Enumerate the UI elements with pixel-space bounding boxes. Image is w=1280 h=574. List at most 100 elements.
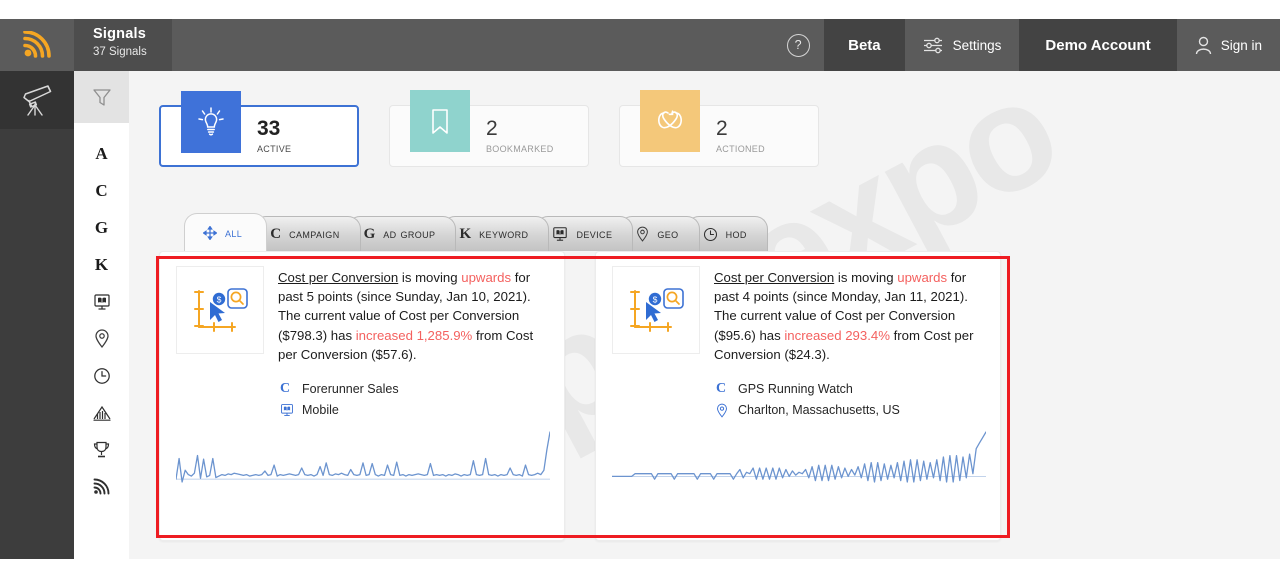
signal-text-1: is moving: [398, 270, 462, 285]
beta-button[interactable]: Beta: [824, 19, 905, 71]
signal-card-top: $ Cost per Conversion is moving upwards …: [612, 266, 984, 364]
tab-bar: All C Campaign G Ad Group K Keyword: [184, 213, 768, 251]
signal-meta-label: Charlton, Massachusetts, US: [738, 403, 900, 418]
icon-sidebar-items: A C G K: [74, 123, 129, 505]
sliders-icon: [923, 37, 942, 53]
help-button[interactable]: ?: [772, 19, 824, 71]
sidebar-item-geo[interactable]: [74, 320, 129, 357]
tab-label: Keyword: [479, 227, 529, 241]
sidebar-item-telescope[interactable]: [0, 71, 74, 129]
signal-direction: upwards: [461, 270, 512, 285]
stat-label: Bookmarked: [486, 141, 554, 155]
settings-label: Settings: [952, 37, 1002, 53]
device-monitor-icon: [93, 293, 110, 310]
sidebar-item-k[interactable]: K: [74, 246, 129, 283]
tab-label: Ad Group: [383, 227, 436, 241]
page-title: Signals: [93, 26, 146, 42]
tab-label: HoD: [725, 227, 747, 241]
signal-meta-row: Charlton, Massachusetts, US: [716, 400, 984, 420]
filter-button[interactable]: [74, 71, 129, 123]
location-pin-icon: [636, 226, 649, 242]
signal-thumbnail: $: [612, 266, 700, 354]
trophy-icon: [93, 441, 110, 458]
signal-text-1: is moving: [834, 270, 898, 285]
signin-button[interactable]: Sign in: [1177, 19, 1280, 71]
letter-c-icon: C: [95, 180, 108, 200]
signal-metric-link[interactable]: Cost per Conversion: [278, 270, 398, 285]
letter-k-icon: K: [94, 254, 109, 274]
signal-card[interactable]: $ Cost per Conversion is moving upwards …: [159, 251, 565, 541]
bookmark-icon: [432, 109, 448, 134]
lightbulb-icon: [198, 107, 224, 136]
stat-icon-box: [410, 90, 470, 152]
header-title-block: Signals 37 Signals: [74, 19, 172, 71]
signal-card-list: $ Cost per Conversion is moving upwards …: [159, 251, 1001, 541]
signal-meta-list: C GPS Running Watch Charlton, Massachuse…: [716, 379, 984, 420]
tab-campaign[interactable]: C Campaign: [253, 216, 361, 251]
stat-text: 33 Active: [257, 117, 291, 155]
letter-c-icon: C: [270, 225, 282, 242]
tab-ad-group[interactable]: G Ad Group: [346, 216, 457, 251]
letter-c-icon: C: [716, 381, 727, 397]
clock-icon: [703, 227, 718, 242]
top-white-strip: [0, 0, 1280, 19]
sidebar-item-trophy[interactable]: [74, 431, 129, 468]
tab-device[interactable]: Device: [535, 216, 634, 251]
signal-description: Cost per Conversion is moving upwards fo…: [278, 266, 548, 364]
app-logo[interactable]: [0, 19, 74, 71]
sparkline-chart: [612, 431, 986, 483]
device-monitor-icon: [280, 403, 294, 417]
filter-funnel-icon: [92, 89, 111, 106]
money-chart-search-icon: $: [194, 288, 248, 332]
stat-card-actioned[interactable]: 2 Actioned: [619, 90, 819, 167]
account-label: Demo Account: [1045, 36, 1151, 54]
sidebar-item-c[interactable]: C: [74, 172, 129, 209]
tab-label: Geo: [657, 227, 679, 241]
bottom-white-strip: [0, 559, 1280, 574]
rss-signal-icon: [93, 478, 110, 495]
signal-direction: upwards: [897, 270, 948, 285]
stat-count: 33: [257, 117, 281, 140]
stat-count: 2: [486, 117, 498, 140]
signal-meta-list: C Forerunner Sales Mobile: [280, 379, 548, 420]
tab-all[interactable]: All: [184, 213, 268, 251]
sidebar-item-a[interactable]: A: [74, 135, 129, 172]
signal-change: increased 293.4%: [784, 327, 890, 343]
svg-text:$: $: [217, 295, 222, 305]
stat-card-bookmarked[interactable]: 2 Bookmarked: [389, 90, 589, 167]
stat-text: 2 Bookmarked: [486, 117, 554, 155]
sidebar-item-chart[interactable]: [74, 394, 129, 431]
telescope-icon: [23, 85, 52, 116]
bar-chart-icon: [93, 405, 110, 421]
sidebar-item-device[interactable]: [74, 283, 129, 320]
letter-a-icon: A: [95, 143, 108, 163]
signal-description: Cost per Conversion is moving upwards fo…: [714, 266, 984, 364]
signal-card[interactable]: $ Cost per Conversion is moving upwards …: [595, 251, 1001, 541]
tab-label: Device: [576, 227, 613, 241]
sidebar-item-signals[interactable]: [74, 468, 129, 505]
settings-button[interactable]: Settings: [905, 19, 1020, 71]
signal-meta-label: GPS Running Watch: [738, 382, 853, 397]
stat-card-active[interactable]: 33 Active: [159, 91, 359, 167]
tab-keyword[interactable]: K Keyword: [442, 216, 550, 251]
header-spacer: [172, 19, 772, 71]
dark-sidebar: [0, 71, 74, 559]
stat-icon-box: [640, 90, 700, 152]
app-root: Signals 37 Signals ? Beta Settings Demo …: [0, 0, 1280, 574]
sidebar-item-hod[interactable]: [74, 357, 129, 394]
clock-icon: [93, 367, 110, 384]
sidebar-item-g[interactable]: G: [74, 209, 129, 246]
icon-sidebar: A C G K: [74, 71, 129, 559]
signal-meta-row: C Forerunner Sales: [280, 379, 548, 399]
device-monitor-icon: [552, 226, 568, 242]
tab-label: All: [225, 225, 243, 240]
signal-metric-link[interactable]: Cost per Conversion: [714, 270, 834, 285]
letter-c-icon: C: [280, 381, 291, 397]
signin-label: Sign in: [1220, 37, 1262, 53]
signal-count: 37 Signals: [93, 46, 147, 58]
account-button[interactable]: Demo Account: [1019, 19, 1177, 71]
signal-meta-label: Forerunner Sales: [302, 382, 399, 397]
letter-k-icon: K: [459, 225, 472, 242]
stat-count: 2: [716, 117, 728, 140]
signal-change: increased 1,285.9%: [355, 327, 473, 343]
